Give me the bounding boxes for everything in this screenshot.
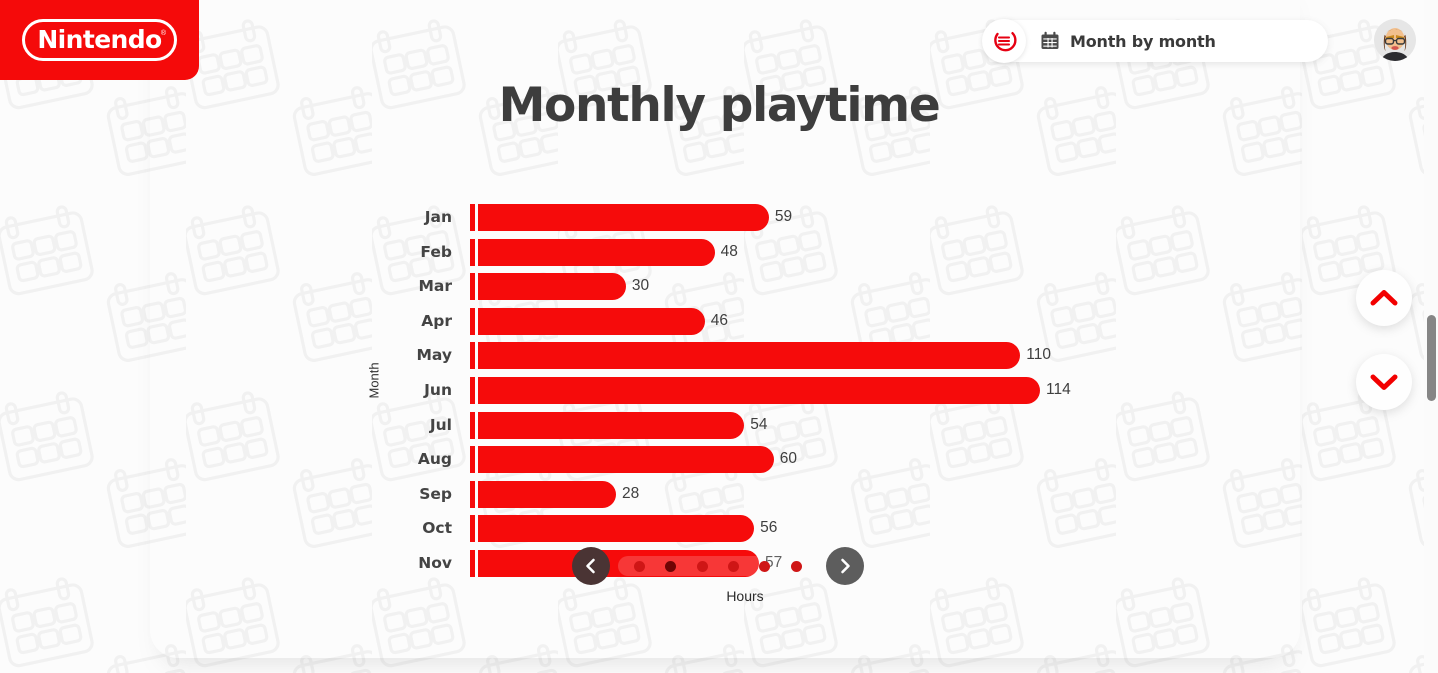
bar-fill[interactable] xyxy=(478,446,774,474)
view-selector-label: Month by month xyxy=(1070,31,1216,51)
bar-value-label: 46 xyxy=(710,311,729,329)
avatar-icon xyxy=(1374,19,1416,61)
carousel-prev-button[interactable] xyxy=(572,547,610,585)
chevron-up-icon xyxy=(1370,290,1398,306)
bar-value-label: 60 xyxy=(779,450,798,468)
bar-axis-tick xyxy=(470,342,475,370)
bar-axis-tick xyxy=(470,550,475,577)
bar-month-label: Apr xyxy=(421,311,452,330)
scroll-down-button[interactable] xyxy=(1356,354,1412,410)
bar-row[interactable]: May 110 xyxy=(380,340,1380,370)
view-selector-pill[interactable]: Month by month xyxy=(982,19,1328,63)
bar-fill[interactable] xyxy=(478,204,769,231)
bar-row[interactable]: Jun 114 xyxy=(380,375,1380,405)
carousel-dot[interactable] xyxy=(634,560,646,572)
calendar-icon xyxy=(1040,31,1060,51)
bar-row[interactable]: Jan 59 xyxy=(380,202,1380,232)
bar-value-label: 54 xyxy=(750,415,768,433)
bar-fill[interactable] xyxy=(478,377,1041,404)
chevron-down-icon xyxy=(1370,374,1398,390)
scroll-up-button[interactable] xyxy=(1356,270,1412,326)
bar-fill[interactable] xyxy=(478,273,626,301)
bar-row[interactable]: Jul 54 xyxy=(380,410,1380,440)
bar-value-label: 30 xyxy=(631,277,650,295)
bar-fill[interactable] xyxy=(478,307,705,335)
bar-axis-tick xyxy=(470,307,475,335)
bar-fill[interactable] xyxy=(478,342,1021,370)
nintendo-trademark-icon: ® xyxy=(160,30,166,37)
bar-row[interactable]: Aug 60 xyxy=(380,444,1380,474)
nintendo-logo-oval: Nintendo ® xyxy=(22,19,177,61)
bar-row[interactable]: Oct 56 xyxy=(380,513,1380,543)
user-avatar[interactable] xyxy=(1374,19,1416,61)
bar-row[interactable]: Mar 30 xyxy=(380,271,1380,301)
chevron-right-icon xyxy=(841,558,850,574)
bar-value-label: 59 xyxy=(774,208,793,225)
nintendo-logo[interactable]: Nintendo ® xyxy=(0,0,199,80)
bar-month-label: Aug xyxy=(417,450,452,469)
bar-value-label: 48 xyxy=(720,242,738,260)
bar-month-label: Jun xyxy=(424,381,452,399)
bar-fill[interactable] xyxy=(478,515,755,543)
bar-axis-tick xyxy=(470,204,475,231)
carousel-dots[interactable] xyxy=(618,556,818,576)
bar-month-label: Feb xyxy=(420,242,452,261)
bar-month-label: Jul xyxy=(429,415,452,434)
carousel-dot[interactable] xyxy=(790,560,802,572)
bar-value-label: 28 xyxy=(622,484,640,502)
x-axis-label: Hours xyxy=(726,588,764,604)
bar-month-label: Oct xyxy=(422,519,452,538)
bar-axis-tick xyxy=(470,480,475,508)
bar-value-label: 114 xyxy=(1046,381,1071,398)
hamburger-menu-button[interactable] xyxy=(982,19,1026,63)
chevron-left-icon xyxy=(586,558,595,574)
bar-month-label: Nov xyxy=(418,554,452,572)
carousel-dot[interactable] xyxy=(665,560,677,572)
bar-month-label: Sep xyxy=(419,484,452,503)
carousel-dot[interactable] xyxy=(696,560,708,572)
carousel-next-button[interactable] xyxy=(826,547,864,585)
bar-month-label: Jan xyxy=(424,208,452,226)
bar-row[interactable]: Feb 48 xyxy=(380,237,1380,267)
bar-fill[interactable] xyxy=(478,411,745,439)
bar-axis-tick xyxy=(470,446,475,474)
hamburger-menu-icon xyxy=(994,32,1017,52)
bar-row[interactable]: Apr 46 xyxy=(380,306,1380,336)
page-carousel[interactable] xyxy=(572,546,864,586)
bar-axis-tick xyxy=(470,515,475,543)
bar-axis-tick xyxy=(470,273,475,301)
bar-value-label: 56 xyxy=(760,519,778,537)
bar-row[interactable]: Nov 57 xyxy=(380,548,1380,578)
bar-month-label: Mar xyxy=(418,277,452,296)
bar-value-label: 110 xyxy=(1026,346,1052,364)
bar-row[interactable]: Sep 28 xyxy=(380,479,1380,509)
bar-axis-tick xyxy=(470,238,475,266)
bar-fill[interactable] xyxy=(478,238,715,266)
carousel-dot[interactable] xyxy=(759,560,771,572)
carousel-dot[interactable] xyxy=(728,560,740,572)
page-scrollbar-thumb[interactable] xyxy=(1427,315,1436,401)
bar-fill[interactable] xyxy=(478,480,617,508)
nintendo-playtime-page: Nintendo ® Month by month Monthly playti… xyxy=(0,0,1438,673)
bar-month-label: May xyxy=(416,346,452,365)
bar-axis-tick xyxy=(470,411,475,439)
bar-axis-tick xyxy=(470,377,475,404)
nintendo-logo-text: Nintendo xyxy=(37,24,162,54)
